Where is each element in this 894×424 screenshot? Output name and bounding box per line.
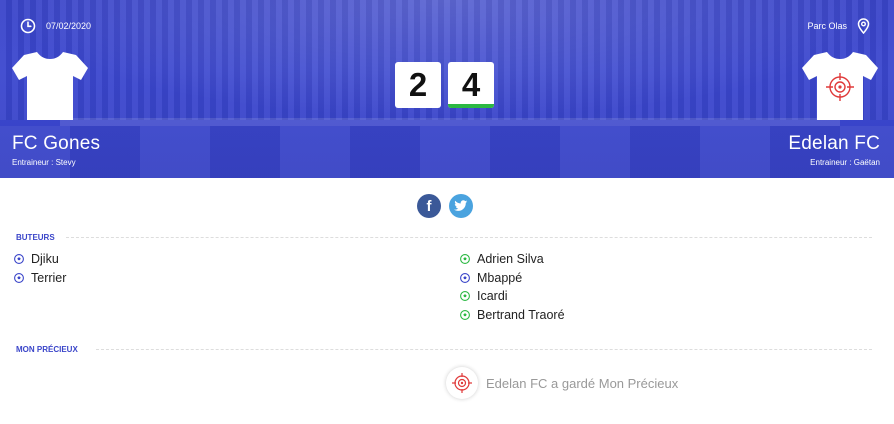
match-venue-area: Parc Olas [807,18,870,34]
pitch-background [0,126,894,178]
soccer-ball-icon [14,272,24,283]
target-icon [452,373,472,393]
scorer-name: Bertrand Traoré [477,307,565,322]
soccer-ball-icon [460,254,470,265]
away-coach: Entraineur : Gaëtan [810,158,880,167]
scorer-name: Adrien Silva [477,252,544,267]
clock-icon [20,18,36,34]
twitter-icon [454,200,468,211]
match-header: 07/02/2020 Parc Olas FC Gones Entraineur… [0,0,894,178]
scorer-name: Terrier [31,270,67,285]
home-score: 2 [395,62,441,108]
home-coach: Entraineur : Stevy [12,158,76,167]
soccer-ball-icon [460,291,470,302]
scorer-item: Djiku [14,250,66,269]
match-date: 07/02/2020 [46,21,92,31]
home-team-name: FC Gones [12,133,101,154]
stadium-background [0,0,894,120]
home-shirt-icon [12,52,88,120]
precieux-text: Edelan FC a gardé Mon Précieux [486,375,679,391]
precieux-info: Edelan FC a gardé Mon Précieux [446,367,678,399]
scorer-name: Djiku [31,252,59,267]
precieux-divider [96,349,872,350]
location-pin-icon [857,18,870,34]
away-shirt-icon [802,52,878,120]
facebook-share-button[interactable]: f [417,194,441,218]
share-buttons: f [417,194,473,218]
scorer-item: Adrien Silva [460,250,565,269]
away-scorers-list: Adrien Silva Mbappé Icardi Bertrand Traoré [460,250,565,324]
scorer-item: Bertrand Traoré [460,306,565,325]
match-date-area: 07/02/2020 [20,18,91,34]
twitter-share-button[interactable] [449,194,473,218]
winner-indicator [448,104,494,108]
soccer-ball-icon [460,272,470,283]
home-scorers-list: Djiku Terrier [14,250,66,287]
scorers-title: BUTEURS [16,233,55,242]
precieux-badge [446,367,478,399]
scorer-name: Mbappé [477,270,523,285]
precieux-title: MON PRÉCIEUX [16,345,78,354]
soccer-ball-icon [460,309,470,320]
scorer-item: Icardi [460,287,565,306]
away-team-name: Edelan FC [788,133,880,154]
away-score: 4 [448,62,494,108]
scorer-item: Terrier [14,269,66,288]
match-venue: Parc Olas [807,21,847,31]
scorer-item: Mbappé [460,269,565,288]
soccer-ball-icon [14,254,24,265]
facebook-icon: f [426,197,432,215]
scorer-name: Icardi [477,289,508,304]
scorers-divider [66,237,872,238]
advertising-boards [60,118,840,126]
